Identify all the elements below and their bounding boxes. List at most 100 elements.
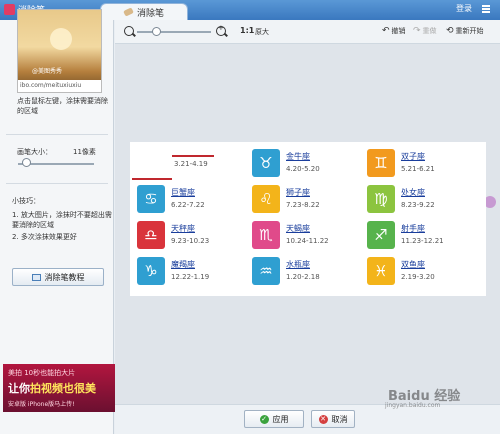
redo-icon: ↷ xyxy=(413,26,421,36)
zodiac-cell: ♉ 金牛座 4.20-5.20 xyxy=(252,149,320,177)
cancel-button[interactable]: ✕ 取消 xyxy=(311,410,355,428)
zodiac-cell: ♓ 双鱼座 2.19-3.20 xyxy=(367,257,435,285)
zodiac-cell: ♏ 天蝎座 10.24-11.22 xyxy=(252,221,329,249)
zodiac-name: 魔羯座 xyxy=(171,260,195,269)
zodiac-text: 射手座 11.23-12.21 xyxy=(401,223,444,247)
zodiac-name: 金牛座 xyxy=(286,152,310,161)
zoom-slider[interactable] xyxy=(137,31,211,33)
zodiac-symbol-icon: ♒ xyxy=(252,257,280,285)
actual-size-ratio[interactable]: 1:1 xyxy=(240,26,254,35)
zodiac-symbol-icon: ♌ xyxy=(252,185,280,213)
tip-1: 1. 放大图片，涂抹时不要超出需要消除的区域 xyxy=(12,211,112,229)
zodiac-cell: ♐ 射手座 11.23-12.21 xyxy=(367,221,444,249)
tab-label: 消除笔 xyxy=(136,8,164,19)
zodiac-text: 双鱼座 2.19-3.20 xyxy=(401,259,435,283)
zodiac-symbol-icon: ♓ xyxy=(367,257,395,285)
zodiac-cell: ♒ 水瓶座 1.20-2.18 xyxy=(252,257,320,285)
restart-icon: ⟲ xyxy=(446,26,454,36)
divider xyxy=(6,183,108,184)
check-icon: ✓ xyxy=(259,414,269,424)
restart-label: 重新开始 xyxy=(455,27,484,35)
brush-size-slider-handle[interactable] xyxy=(21,158,31,167)
thumbnail-sun xyxy=(50,28,72,50)
zodiac-text: 双子座 5.21-6.21 xyxy=(401,151,435,175)
zodiac-date: 6.22-7.22 xyxy=(171,201,205,209)
zodiac-date: 11.23-12.21 xyxy=(401,237,444,245)
zodiac-name: 天秤座 xyxy=(171,224,195,233)
zodiac-text: 处女座 8.23-9.22 xyxy=(401,187,435,211)
tip-2: 2. 多次涂抹效果更好 xyxy=(12,233,77,241)
zoom-out-icon[interactable] xyxy=(124,26,134,36)
zodiac-symbol-icon: ♍ xyxy=(367,185,395,213)
zodiac-text: 天秤座 9.23-10.23 xyxy=(171,223,209,247)
zodiac-name: 双子座 xyxy=(401,152,425,161)
ad-line-3: 安卓版 iPhone版马上传! xyxy=(8,401,75,408)
tab-eraser[interactable]: 消除笔 xyxy=(100,3,188,20)
zodiac-date: 1.20-2.18 xyxy=(286,273,320,281)
restart-button[interactable]: ⟲ 重新开始 xyxy=(446,26,484,36)
zodiac-date: 9.23-10.23 xyxy=(171,237,210,245)
zodiac-symbol-icon: ♏ xyxy=(252,221,280,249)
ad-line-2: 让你拍视频也很美 xyxy=(8,380,96,396)
zodiac-date: 10.24-11.22 xyxy=(286,237,329,245)
zodiac-text: 巨蟹座 6.22-7.22 xyxy=(171,187,205,211)
zodiac-name: 双鱼座 xyxy=(401,260,425,269)
brush-size-value: 11像素 xyxy=(73,148,96,156)
zodiac-cell: ♌ 狮子座 7.23-8.22 xyxy=(252,185,320,213)
zodiac-name: 天蝎座 xyxy=(286,224,310,233)
login-link[interactable]: 登录 xyxy=(456,3,472,14)
redo-label: 重做 xyxy=(422,27,437,35)
eraser-tutorial-button[interactable]: 消除笔教程 xyxy=(12,268,104,286)
red-stroke xyxy=(172,155,214,157)
zodiac-symbol-icon: ♑ xyxy=(137,257,165,285)
undo-icon: ↶ xyxy=(382,26,390,36)
zodiac-symbol-icon: ♉ xyxy=(252,149,280,177)
ad-line-2b: 拍视频也很美 xyxy=(30,382,96,395)
ad-line-2a: 让你 xyxy=(8,382,30,395)
undo-label: 撤销 xyxy=(391,27,406,35)
zodiac-name: 狮子座 xyxy=(286,188,310,197)
zodiac-date: 12.22-1.19 xyxy=(171,273,210,281)
thumbnail-url: ibo.com/meituxiuxiu xyxy=(18,80,101,92)
zodiac-symbol-icon: ♐ xyxy=(367,221,395,249)
zodiac-name: 巨蟹座 xyxy=(171,188,195,197)
usage-hint: 点击鼠标左键，涂抹需要消除的区域 xyxy=(17,97,108,115)
apply-label: 应用 xyxy=(272,414,289,424)
red-stroke xyxy=(132,178,172,180)
bottom-bar: ✓ 应用 ✕ 取消 xyxy=(115,404,500,434)
zodiac-name: 射手座 xyxy=(401,224,425,233)
zoom-in-icon[interactable] xyxy=(216,24,226,36)
tips-title: 小技巧： xyxy=(12,197,40,205)
zodiac-cell: ♎ 天秤座 9.23-10.23 xyxy=(137,221,209,249)
cancel-label: 取消 xyxy=(331,414,348,424)
actual-size-label[interactable]: 原大 xyxy=(255,27,269,37)
zodiac-cell: ♋ 巨蟹座 6.22-7.22 xyxy=(137,185,205,213)
zodiac-text: 金牛座 4.20-5.20 xyxy=(286,151,320,175)
zoom-slider-handle[interactable] xyxy=(151,27,161,36)
ad-banner[interactable]: 美拍 10秒也能拍大片 让你拍视频也很美 安卓版 iPhone版马上传! xyxy=(3,364,115,412)
zodiac-cell: ♊ 双子座 5.21-6.21 xyxy=(367,149,435,177)
zodiac-date: 4.20-5.20 xyxy=(286,165,320,173)
redo-button[interactable]: ↷ 重做 xyxy=(413,26,437,36)
eraser-icon xyxy=(123,7,134,17)
brush-size-label: 画笔大小： xyxy=(17,148,52,156)
zodiac-text: 魔羯座 12.22-1.19 xyxy=(171,259,209,283)
zodiac-text: 狮子座 7.23-8.22 xyxy=(286,187,320,211)
toolbar: 1:1 原大 ↶ 撤销 ↷ 重做 ⟲ 重新开始 xyxy=(115,20,500,44)
zodiac-symbol-icon: ♎ xyxy=(137,221,165,249)
zodiac-text: 水瓶座 1.20-2.18 xyxy=(286,259,320,283)
zodiac-text: 天蝎座 10.24-11.22 xyxy=(286,223,329,247)
zodiac-cell: ♑ 魔羯座 12.22-1.19 xyxy=(137,257,209,285)
menu-icon[interactable] xyxy=(482,5,490,13)
undo-button[interactable]: ↶ 撤销 xyxy=(382,26,406,36)
baidu-watermark-url: jingyan.baidu.com xyxy=(385,402,441,409)
thumbnail-preview[interactable]: @美图秀秀 ibo.com/meituxiuxiu xyxy=(17,9,102,93)
book-icon xyxy=(31,273,41,281)
tutorial-button-label: 消除笔教程 xyxy=(44,272,85,282)
zodiac-name: 处女座 xyxy=(401,188,425,197)
zodiac-date: 7.23-8.22 xyxy=(286,201,320,209)
aries-date: 3.21-4.19 xyxy=(174,160,208,168)
zodiac-name: 水瓶座 xyxy=(286,260,310,269)
divider xyxy=(6,134,108,135)
apply-button[interactable]: ✓ 应用 xyxy=(244,410,304,428)
